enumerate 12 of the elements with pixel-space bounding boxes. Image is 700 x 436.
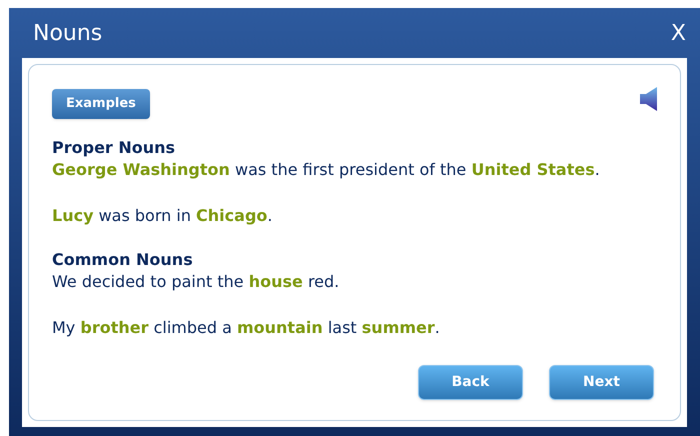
example-sentence: George Washington was the first president of the United States. — [52, 159, 601, 181]
close-button[interactable]: X — [666, 16, 690, 50]
examples-button[interactable]: Examples — [52, 89, 150, 119]
section-heading: Common Nouns — [52, 249, 194, 271]
example-sentence: Lucy was born in Chicago. — [52, 205, 274, 227]
speaker-icon — [640, 87, 658, 111]
section-heading: Proper Nouns — [52, 137, 176, 159]
nav-button[interactable]: Next — [549, 365, 654, 400]
example-sentence: We decided to paint the house red. — [52, 271, 340, 293]
window-title: Nouns — [33, 20, 102, 48]
nav-button[interactable]: Back — [418, 365, 523, 400]
example-sentence: My brother climbed a mountain last summer. — [52, 317, 441, 339]
